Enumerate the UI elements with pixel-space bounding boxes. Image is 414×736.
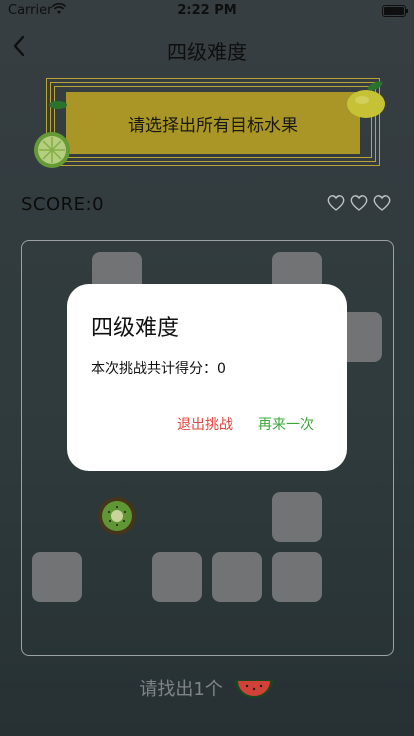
result-dialog: 四级难度 本次挑战共计得分：0 退出挑战 再来一次 xyxy=(67,284,347,471)
dialog-message: 本次挑战共计得分：0 xyxy=(91,361,226,377)
exit-challenge-button[interactable]: 退出挑战 xyxy=(177,414,233,434)
dialog-title: 四级难度 xyxy=(91,316,180,341)
retry-button[interactable]: 再来一次 xyxy=(258,414,314,434)
